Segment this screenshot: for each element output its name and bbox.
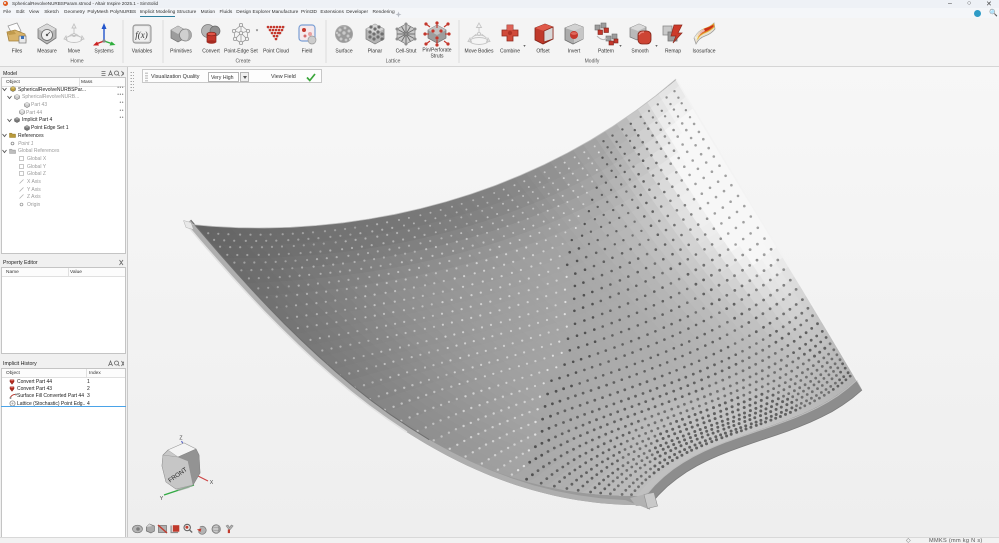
svg-text:Pattern: Pattern [598, 49, 614, 55]
svg-text:Move: Move [68, 49, 80, 55]
svg-text:Measure: Measure [37, 49, 57, 55]
svg-text:Planar: Planar [368, 49, 383, 55]
svg-text:Invert: Invert [568, 49, 581, 55]
svg-text:Isosurface: Isosurface [692, 49, 715, 55]
svg-text:Primitives: Primitives [170, 49, 192, 55]
svg-text:Systems: Systems [94, 49, 114, 55]
svg-text:Smooth: Smooth [631, 49, 648, 55]
svg-text:Combine: Combine [500, 49, 520, 55]
svg-text:Point Cloud: Point Cloud [263, 49, 289, 55]
svg-text:Surface: Surface [335, 49, 352, 55]
svg-text:Create: Create [235, 59, 250, 65]
svg-text:Home: Home [70, 59, 84, 65]
svg-text:Struts: Struts [430, 54, 444, 60]
svg-text:Modify: Modify [585, 59, 600, 65]
svg-text:Variables: Variables [132, 49, 153, 55]
svg-text:f(x): f(x) [135, 30, 148, 40]
svg-text:Convert: Convert [202, 49, 220, 55]
svg-text:Move Bodies: Move Bodies [465, 49, 494, 55]
svg-text:Point-Edge Set: Point-Edge Set [224, 49, 258, 55]
svg-text:Files: Files [12, 49, 23, 55]
svg-text:Field: Field [302, 49, 313, 55]
svg-text:Remap: Remap [665, 49, 681, 55]
svg-text:Offset: Offset [536, 49, 550, 55]
svg-text:Lattice: Lattice [386, 59, 401, 65]
svg-text:Cell-Strut: Cell-Strut [396, 49, 417, 55]
